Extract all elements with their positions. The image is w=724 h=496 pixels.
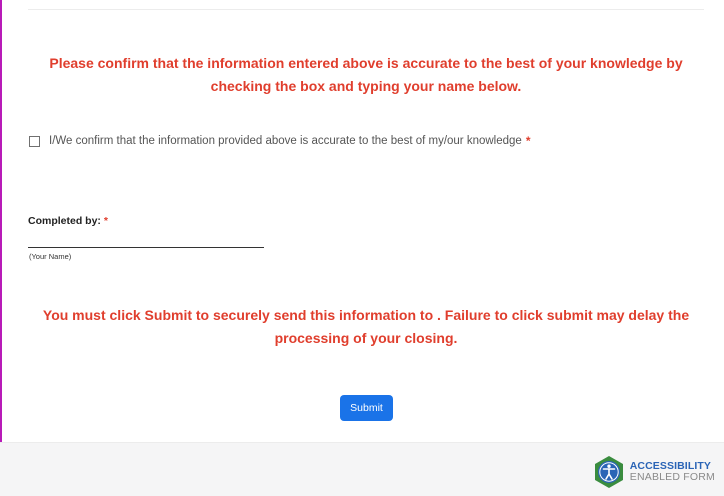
confirm-notice: Please confirm that the information ente… [49,55,683,94]
footer: ACCESSIBILITY ENABLED FORM [0,442,724,496]
name-hint: (Your Name) [29,252,72,261]
required-marker: * [525,134,531,148]
accessibility-person-icon [594,456,623,488]
left-accent-bar [0,0,2,495]
confirm-label: I/We confirm that the information provid… [49,135,522,147]
badge-text: ACCESSIBILITY ENABLED FORM [630,461,715,483]
submit-notice: You must click Submit to securely send t… [42,307,690,346]
section-divider [28,9,704,10]
confirm-checkbox[interactable] [29,135,40,147]
completed-by-label: Completed by: * [28,215,108,227]
confirm-row: I/We confirm that the information provid… [28,134,531,148]
submit-button[interactable]: Submit [340,395,393,421]
accessibility-badge[interactable]: ACCESSIBILITY ENABLED FORM [592,455,715,489]
completed-by-input[interactable] [28,232,264,248]
badge-subtitle: ENABLED FORM [629,471,715,483]
required-marker: * [103,215,109,227]
completed-by-text: Completed by: [28,215,101,227]
